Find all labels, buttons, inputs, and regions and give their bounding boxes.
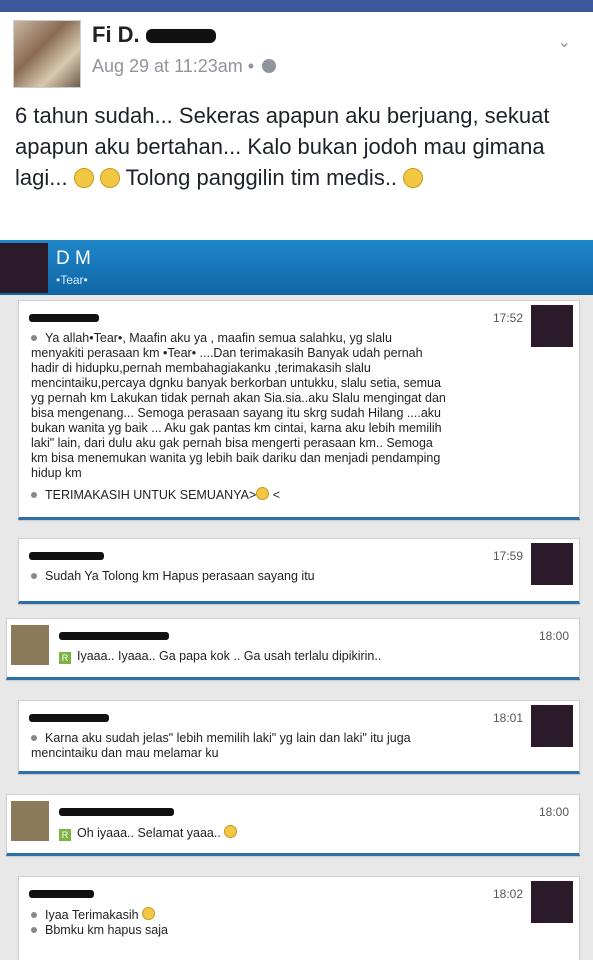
message-body: R Oh iyaaa.. Selamat yaaa.. — [59, 825, 529, 841]
meta-separator: • — [247, 56, 255, 76]
contact-status: •Tear• — [56, 273, 88, 287]
contact-name: D M — [56, 248, 91, 269]
message-line: TERIMAKASIH UNTUK SEMUANYA> < — [31, 487, 501, 503]
post-meta: Aug 29 at 11:23am • — [92, 56, 277, 77]
message-line: Sudah Ya Tolong km Hapus perasaan sayang… — [31, 569, 501, 584]
chat-message-outgoing: 17:52 Ya allah•Tear•, Maafin aku ya , ma… — [18, 300, 580, 520]
sender-avatar — [531, 305, 573, 347]
chat-header: D M •Tear• — [0, 240, 593, 295]
message-line: Bbmku km hapus saja — [31, 923, 501, 938]
message-time: 17:59 — [492, 549, 523, 563]
message-time: 17:52 — [492, 311, 523, 325]
message-body: R Iyaaa.. Iyaaa.. Ga papa kok .. Ga usah … — [59, 649, 529, 664]
chat-message-incoming: 18:00 R Oh iyaaa.. Selamat yaaa.. — [6, 794, 580, 856]
sad-emoji-icon — [99, 168, 120, 188]
message-line: Ya allah•Tear•, Maafin aku ya , maafin s… — [31, 331, 501, 346]
message-time: 18:02 — [492, 887, 523, 901]
message-line: R Oh iyaaa.. Selamat yaaa.. — [59, 825, 529, 841]
message-line: menyakiti perasaan km •Tear• ....Dan ter… — [31, 346, 423, 360]
message-time: 18:01 — [492, 711, 523, 725]
message-line: km bisa menemukan wanita yg lebih baik d… — [31, 451, 441, 465]
message-line: yg pernah km Lakukan tidak pernah akan S… — [31, 391, 446, 405]
message-line: bukan wanita yg baik ... Aku gak pantas … — [31, 421, 442, 435]
sender-name-redacted — [29, 885, 94, 903]
message-line: laki" lain, dari dulu aku gak pernah bis… — [31, 436, 433, 450]
message-line: hadir di hidupku,pernah membahagiakanku … — [31, 361, 371, 375]
smile-emoji-icon — [224, 825, 238, 838]
chat-message-outgoing: 18:02 Iyaa Terimakasih Bbmku km hapus sa… — [18, 876, 580, 960]
top-bar — [0, 0, 593, 12]
message-line: R Iyaaa.. Iyaaa.. Ga papa kok .. Ga usah … — [59, 649, 529, 664]
bbm-screenshot: D M •Tear• 17:52 Ya allah•Tear•, Maafin … — [0, 240, 593, 960]
message-body: Ya allah•Tear•, Maafin aku ya , maafin s… — [31, 331, 501, 503]
sender-name-redacted — [59, 803, 174, 821]
smile-emoji-icon — [142, 907, 156, 920]
sender-name-redacted — [29, 709, 109, 727]
sad-emoji-icon — [73, 168, 94, 188]
message-body: Karna aku sudah jelas" lebih memilih lak… — [31, 731, 501, 761]
message-line: mencintaiku dan mau melamar ku — [31, 746, 219, 760]
redaction-scribble — [145, 29, 216, 44]
sender-name-redacted — [29, 547, 104, 565]
sender-name-redacted — [59, 627, 169, 645]
message-body: Iyaa Terimakasih Bbmku km hapus saja — [31, 907, 501, 938]
author-name-text: Fi D. — [92, 22, 140, 47]
sender-avatar — [11, 625, 49, 665]
read-badge-icon: R — [59, 652, 71, 664]
globe-icon — [262, 59, 277, 73]
read-badge-icon: R — [59, 829, 71, 841]
message-time: 18:00 — [538, 629, 569, 643]
post-text-second: Tolong panggilin tim medis.. — [125, 165, 398, 190]
message-line: hidup km — [31, 466, 82, 480]
sender-avatar — [531, 881, 573, 923]
author-name[interactable]: Fi D. — [92, 22, 216, 48]
sender-name-redacted — [29, 309, 99, 327]
author-avatar[interactable] — [13, 20, 81, 88]
post-timestamp[interactable]: Aug 29 at 11:23am — [92, 56, 243, 76]
message-line: Karna aku sudah jelas" lebih memilih lak… — [31, 731, 501, 746]
chat-message-outgoing: 18:01 Karna aku sudah jelas" lebih memil… — [18, 700, 580, 774]
chat-message-outgoing: 17:59 Sudah Ya Tolong km Hapus perasaan … — [18, 538, 580, 604]
sender-avatar — [11, 801, 49, 841]
message-line: bisa mengenang... Semoga perasaan sayang… — [31, 406, 441, 420]
crying-emoji-icon — [403, 168, 424, 188]
message-line: mencintaiku,percaya dgnku banyak berkorb… — [31, 376, 441, 390]
sender-avatar — [531, 543, 573, 585]
contact-avatar — [0, 243, 48, 293]
chevron-down-icon[interactable]: ⌄ — [558, 32, 571, 52]
message-body: Sudah Ya Tolong km Hapus perasaan sayang… — [31, 569, 501, 584]
post-text: 6 tahun sudah... Sekeras apapun aku berj… — [15, 100, 580, 193]
message-time: 18:00 — [538, 805, 569, 819]
message-line: Iyaa Terimakasih — [31, 907, 501, 923]
smile-emoji-icon — [256, 487, 270, 500]
sender-avatar — [531, 705, 573, 747]
chat-message-incoming: 18:00 R Iyaaa.. Iyaaa.. Ga papa kok .. Ga… — [6, 618, 580, 680]
post-header: Fi D. Aug 29 at 11:23am • ⌄ — [0, 12, 593, 92]
